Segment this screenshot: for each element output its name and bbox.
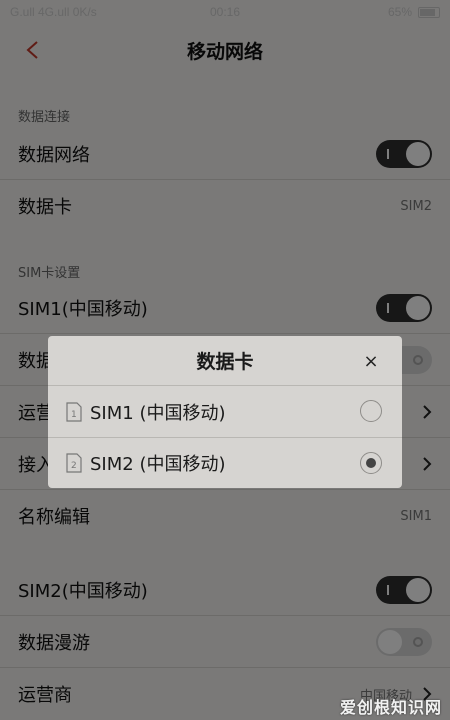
option-sim1[interactable]: 1 SIM1 (中国移动) (48, 386, 402, 437)
sim-card-icon: 1 (66, 401, 82, 422)
dialog-header: 数据卡 × (48, 336, 402, 386)
radio-selected[interactable] (360, 452, 382, 474)
watermark: 爱创根知识网 (339, 698, 442, 717)
data-card-dialog: 数据卡 × 1 SIM1 (中国移动) 2 SIM2 (中国移动) (48, 336, 402, 488)
sim-slot-number: 1 (71, 410, 77, 420)
radio-unselected[interactable] (360, 400, 382, 422)
radio-dot (366, 458, 376, 468)
sim-slot-number: 2 (71, 461, 77, 471)
option-label: SIM1 (中国移动) (90, 402, 226, 424)
close-icon[interactable]: × (360, 350, 382, 372)
option-label: SIM2 (中国移动) (90, 454, 226, 475)
sim-card-icon: 2 (66, 453, 82, 473)
dialog-title: 数据卡 (196, 351, 254, 373)
option-sim2[interactable]: 2 SIM2 (中国移动) (48, 437, 402, 488)
